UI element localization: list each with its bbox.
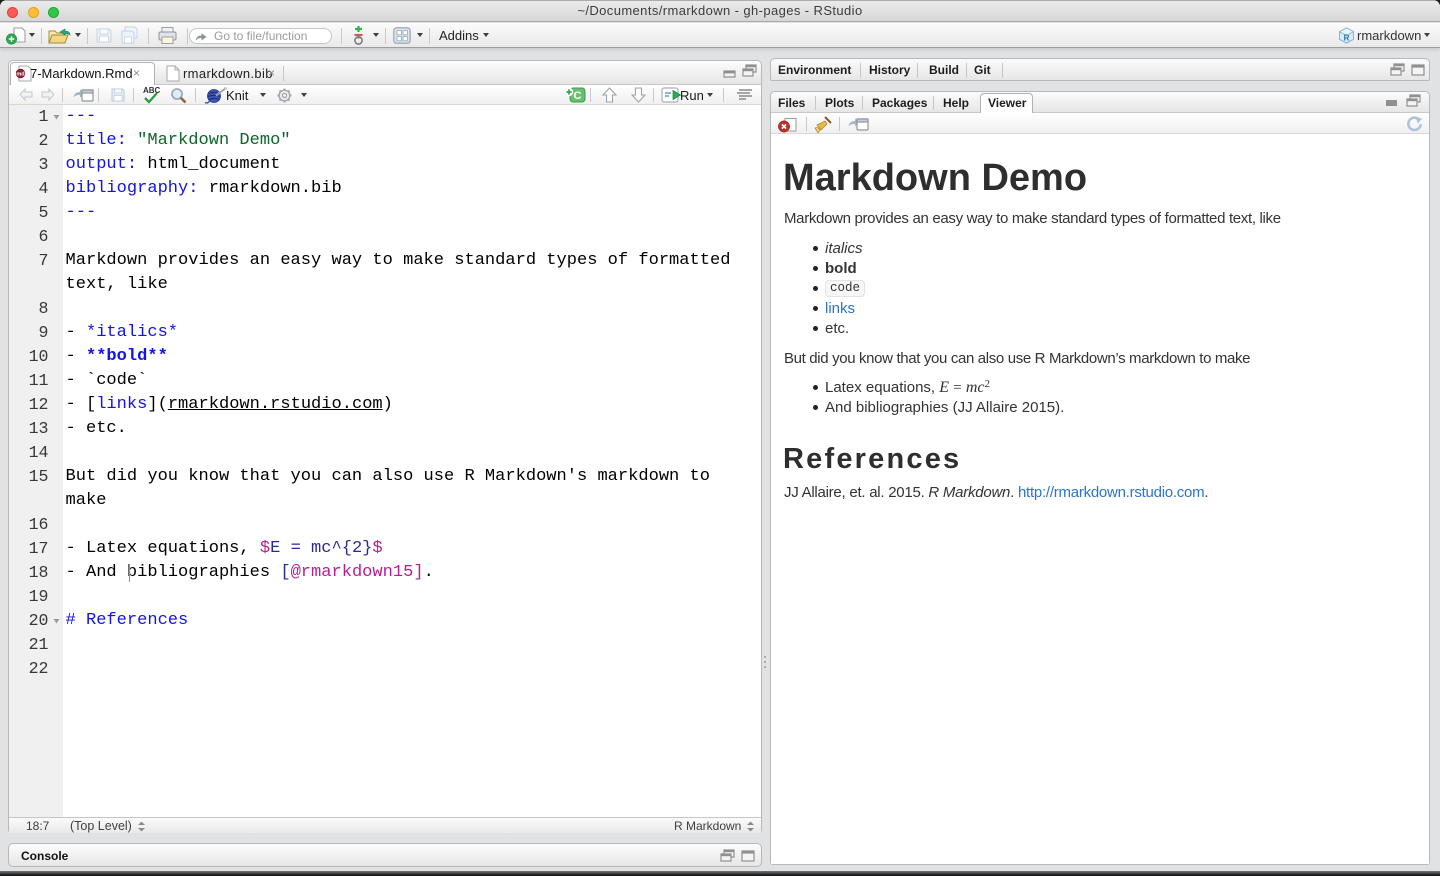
svg-text:R: R (1344, 34, 1350, 43)
svg-text:md: md (16, 72, 24, 78)
svg-text:C: C (574, 90, 582, 102)
